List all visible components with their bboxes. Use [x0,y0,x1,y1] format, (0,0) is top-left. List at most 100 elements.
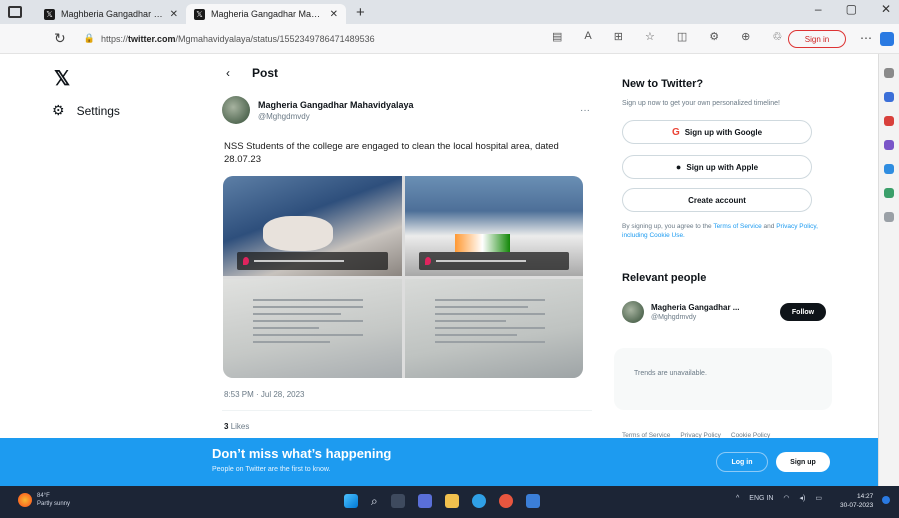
banner-title: Don’t miss what’s happening [212,446,392,461]
widgets-icon[interactable] [417,494,432,508]
x-logo-icon[interactable]: 𝕏 [54,66,70,91]
store-icon[interactable] [525,494,540,508]
avatar[interactable] [222,96,250,124]
follow-button[interactable]: Follow [780,303,826,321]
document-lines [253,298,363,348]
tray-lang-text: ENG [749,494,765,502]
apps-icon[interactable]: ⊞ [614,30,623,43]
weather-widget[interactable]: 84°F Partly sunny [18,492,70,508]
wifi-icon[interactable]: ◠ [783,494,789,502]
location-pin-icon [243,256,249,265]
person-handle: @Mghgdmvdy [651,314,697,321]
task-view-icon[interactable] [390,494,405,508]
browser-signin-button[interactable]: Sign in [788,30,846,48]
read-aloud-icon[interactable]: A [584,30,591,43]
post-photo-1[interactable] [223,176,402,276]
edge-browser-icon[interactable] [471,494,486,508]
chrome-icon[interactable] [498,494,513,508]
maximize-icon[interactable]: ▢ [846,2,857,16]
terms-text: By signing up, you agree to the Terms of… [622,222,827,240]
nav-settings[interactable]: ⚙ Settings [52,102,120,119]
trends-text: Trends are unavailable. [634,370,707,377]
office-icon[interactable] [884,164,894,174]
signup-apple-button[interactable]: ● Sign up with Apple [622,155,812,179]
author-handle[interactable]: @Mghgdmvdy [258,112,414,121]
post-media-grid [223,176,583,378]
browser-tabstrip: 𝕏 Maghberia Gangadhar Mahavidyalaya ✕ 𝕏 … [0,0,899,24]
likes-count[interactable]: 3 Likes [224,422,249,431]
window-controls: – ▢ ✕ [815,2,891,16]
clock-date: 30-07-2023 [840,502,874,509]
lock-icon: 🔒 [83,33,95,43]
terms-link[interactable]: Terms of Service [713,223,761,230]
games-icon[interactable] [884,140,894,150]
url-path: /Mgmahavidyalaya/status/1552349786471489… [175,33,375,44]
tray-region-text: IN [766,494,774,502]
search-icon[interactable]: ⌕ [371,494,378,508]
collections-icon[interactable]: ⊕ [741,30,750,43]
reader-icon[interactable]: ▤ [552,30,562,43]
weather-icon [18,493,32,507]
signup-google-button[interactable]: G Sign up with Google [622,120,812,144]
tab-label: Magheria Gangadhar Mahavidya [211,9,324,19]
post-photo-3[interactable] [223,278,402,378]
outlook-icon[interactable] [884,188,894,198]
new-tab-icon[interactable]: + [356,4,365,21]
tab-favicon-icon: 𝕏 [44,8,55,20]
back-arrow-icon[interactable]: ‹ [226,66,230,80]
apple-label: Sign up with Apple [686,162,759,172]
tab-label: Maghberia Gangadhar Mahavidyalaya [61,9,164,19]
post-timestamp[interactable]: 8:53 PM · Jul 28, 2023 [224,390,305,399]
more-icon[interactable]: ··· [580,105,590,116]
tools-icon[interactable] [884,116,894,126]
tray-chevron-icon[interactable]: ^ [736,495,739,502]
url-field[interactable]: 🔒 https://twitter.com/Mgmahavidyalaya/st… [84,33,514,44]
tab-close-icon[interactable]: ✕ [170,9,178,20]
more-options-icon[interactable]: ⋯ [860,31,872,45]
signup-subtitle: Sign up now to get your own personalized… [622,100,780,107]
taskbar: 84°F Partly sunny ⌕ ^ ENG IN ◠ ◂) ▭ 14:2… [0,486,899,518]
close-window-icon[interactable]: ✕ [881,2,891,16]
clock[interactable]: 14:27 30-07-2023 [840,492,873,510]
add-icon[interactable] [884,212,894,222]
gear-icon: ⚙ [52,102,65,118]
browser-tab-1[interactable]: 𝕏 Maghberia Gangadhar Mahavidyalaya ✕ [36,4,186,24]
sync-icon[interactable]: ♲ [772,30,782,43]
google-icon: G [671,126,680,138]
notification-icon[interactable] [882,496,890,504]
browser-tab-2[interactable]: 𝕏 Magheria Gangadhar Mahavidya ✕ [186,4,346,24]
nav-settings-label: Settings [76,103,120,118]
banner-subtitle: People on Twitter are the first to know. [212,466,331,473]
windows-start-icon[interactable] [344,494,358,508]
reload-icon[interactable]: ↻ [54,30,66,47]
relevant-person[interactable]: Magheria Gangadhar ... @Mghgdmvdy Follow [622,301,826,323]
speaker-icon[interactable]: ◂) [800,494,806,502]
page-title: Post [252,66,279,80]
login-button[interactable]: Log in [716,452,768,472]
shopping-icon[interactable] [884,92,894,102]
author-name[interactable]: Magheria Gangadhar Mahavidyalaya [258,100,414,110]
apple-icon: ● [675,162,682,172]
edge-copilot-icon[interactable] [880,32,894,46]
post-photo-2[interactable] [404,176,583,276]
minimize-icon[interactable]: – [815,2,822,16]
post-photo-4[interactable] [404,278,583,378]
tab-favicon-icon: 𝕏 [194,8,205,20]
person-name[interactable]: Magheria Gangadhar ... [651,303,739,312]
battery-icon[interactable]: ▭ [815,494,822,502]
favorite-icon[interactable]: ☆ [645,30,655,43]
signup-button[interactable]: Sign up [776,452,830,472]
extensions-icon[interactable]: ⚙ [709,30,719,43]
file-explorer-icon[interactable] [444,494,459,508]
tab-close-icon[interactable]: ✕ [330,9,338,20]
split-screen-icon[interactable]: ◫ [677,30,687,43]
tray-lang[interactable]: ENG IN [749,495,773,502]
tab-actions-icon[interactable] [8,6,22,18]
clock-time: 14:27 [856,493,874,500]
browser-sidebar [878,54,899,486]
avatar[interactable] [622,301,644,323]
terms-prefix: By signing up, you agree to the [622,223,714,230]
photo-banner [454,234,510,252]
search-icon[interactable] [884,68,894,78]
create-account-button[interactable]: Create account [622,188,812,212]
